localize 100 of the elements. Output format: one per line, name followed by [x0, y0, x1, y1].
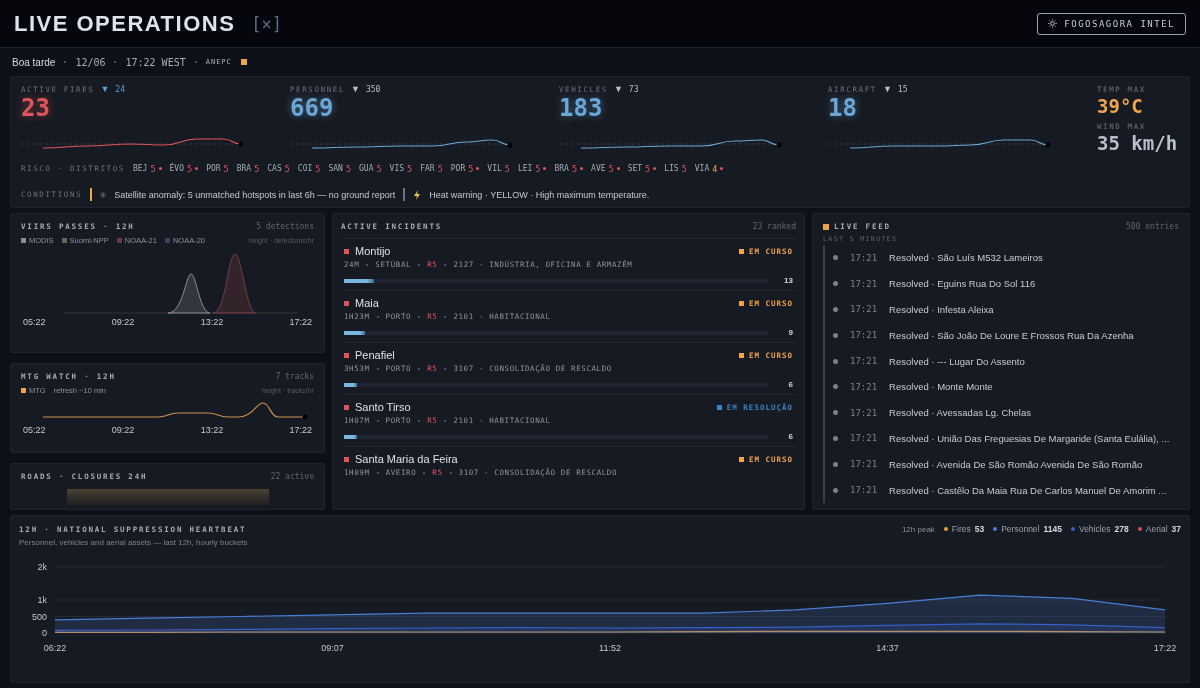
- kpi-value: 183: [559, 94, 604, 122]
- time-label: 09:22: [111, 425, 135, 435]
- risk-level: 5: [608, 163, 614, 174]
- feed-dot-icon: [833, 307, 838, 312]
- panel-count: 22 active: [270, 472, 314, 481]
- peak-value: 53: [974, 524, 985, 534]
- incident-name[interactable]: Penafiel: [355, 349, 733, 361]
- feed-time: 17:21: [850, 278, 878, 289]
- feed-entry[interactable]: Resolved · São Luís M532 Lameiros: [889, 252, 1043, 264]
- incident-name[interactable]: Santo Tirso: [355, 401, 711, 413]
- panel-count: 5 detections: [256, 222, 314, 231]
- district-code: POR: [206, 164, 221, 173]
- district-code: BEJ: [132, 164, 148, 173]
- risk-level: 5: [150, 163, 156, 174]
- panel-count: 500 entries: [1126, 222, 1179, 231]
- district-code: VIS: [389, 164, 405, 173]
- incident-name[interactable]: Santa Maria da Feira: [355, 453, 733, 465]
- close-mark[interactable]: [×]: [251, 13, 1022, 34]
- x-axis-label: 11:52: [599, 643, 621, 653]
- feed-time: 17:21: [850, 381, 878, 392]
- resource-count: 9: [787, 328, 793, 337]
- district-code: SET: [627, 164, 643, 173]
- feed-time: 17:21: [850, 304, 878, 315]
- feed-dot-icon: [833, 461, 838, 467]
- clock: 17:22 WEST: [125, 56, 186, 68]
- feed-entry[interactable]: Resolved · Castêlo Da Maia Rua De Carlos Manuel De Amorim ...: [889, 484, 1167, 496]
- kpi-delta: 73: [628, 85, 639, 94]
- peak-name: Vehicles: [1078, 524, 1111, 534]
- feed-entry[interactable]: Resolved · Avessadas Lg. Chelas: [889, 407, 1031, 419]
- feed-entry[interactable]: Resolved · Avenida De São Romão Avenida De São Romão: [889, 458, 1143, 470]
- sun-icon: [1048, 19, 1058, 28]
- resource-count: 13: [783, 276, 793, 285]
- time-label: 17:22: [289, 317, 312, 327]
- risk-level: 5: [571, 163, 578, 174]
- district-code: VIA: [694, 164, 710, 173]
- asterisk-icon: [100, 191, 107, 198]
- district-code: LEI: [517, 164, 533, 173]
- live-square-icon: [823, 223, 829, 230]
- feed-dot-icon: [833, 358, 838, 364]
- risk-level: 5: [407, 163, 413, 174]
- peak-name: Aerial: [1145, 524, 1168, 534]
- kpi-delta: 350: [365, 85, 381, 94]
- incident-marker-icon: [344, 352, 349, 358]
- feed-entry[interactable]: Resolved · Monte Monte: [889, 381, 993, 393]
- feed-dot-icon: [833, 281, 838, 287]
- incident-marker-icon: [344, 248, 349, 254]
- feed-dot-icon: [833, 332, 838, 338]
- feed-time: 17:21: [850, 330, 878, 341]
- peak-value: 1145: [1043, 524, 1062, 534]
- time-label: 13:22: [200, 425, 224, 435]
- feed-dot-icon: [833, 487, 838, 493]
- district-code: ÉVO: [169, 164, 184, 173]
- weather-value: 39°C: [1097, 95, 1144, 117]
- feed-dot-icon: [833, 384, 838, 390]
- feed-entry[interactable]: Resolved · Eguins Rua Do Sol 116: [889, 278, 1036, 290]
- district-code: POR: [450, 164, 466, 173]
- feed-dot-icon: [833, 435, 838, 441]
- peak-value: 37: [1171, 524, 1181, 534]
- risk-level: 5: [535, 163, 541, 174]
- incident-name[interactable]: Montijo: [355, 245, 733, 257]
- feed-entry[interactable]: Resolved · --- Lugar Do Assento: [889, 355, 1025, 367]
- feed-time: 17:21: [850, 485, 878, 496]
- peak-name: Personnel: [1001, 524, 1040, 534]
- y-axis-label: 500: [31, 611, 47, 622]
- feed-time: 17:21: [850, 407, 878, 418]
- intel-button[interactable]: FOGOSAGORA INTEL: [1037, 12, 1186, 35]
- risk-level: 5: [437, 163, 443, 174]
- district-code: BRA: [236, 164, 252, 173]
- trend-icon: ▼: [613, 85, 623, 94]
- lightning-icon: [413, 189, 422, 200]
- x-axis-label: 14:37: [876, 643, 899, 653]
- condition-text: Satellite anomaly: 5 unmatched hotspots in last 6h — no ground report: [114, 189, 396, 200]
- feed-entry[interactable]: Resolved · União Das Freguesias De Margaride (Santa Eulália), ...: [889, 432, 1170, 444]
- feed-dot-icon: [833, 410, 838, 416]
- x-axis-label: 09:07: [321, 643, 344, 653]
- trend-icon: ▼: [351, 85, 360, 94]
- feed-dot-icon: [833, 255, 838, 261]
- risk-level: 5: [284, 163, 290, 174]
- feed-time: 17:21: [850, 433, 878, 444]
- feed-entry[interactable]: Resolved · São João De Loure E Frossos Rua Da Azenha: [889, 329, 1134, 341]
- incident-marker-icon: [344, 300, 349, 306]
- kpi-value: 23: [21, 94, 51, 122]
- risk-level: 5: [376, 163, 382, 174]
- incident-marker-icon: [344, 456, 349, 462]
- resource-count: 6: [787, 380, 793, 389]
- y-axis-label: 1k: [37, 595, 47, 605]
- risk-level: 5: [468, 163, 474, 174]
- feed-time: 17:21: [850, 459, 878, 470]
- feed-entry[interactable]: Resolved · Infesta Aleixa: [889, 304, 994, 315]
- risk-level: 5: [645, 163, 651, 174]
- condition-text: Heat warning · YELLOW · High maximum temperature.: [429, 189, 650, 200]
- incident-name[interactable]: Maia: [355, 297, 733, 309]
- feed-time: 17:21: [850, 356, 878, 367]
- time-label: 13:22: [200, 317, 224, 327]
- trend-icon: ▼: [100, 85, 110, 94]
- district-code: CAS: [267, 164, 282, 173]
- greeting: Boa tarde: [12, 56, 56, 68]
- district-code: SAN: [328, 164, 343, 173]
- page-title: LIVE OPERATIONS: [14, 10, 236, 37]
- status-square-icon: [240, 59, 247, 65]
